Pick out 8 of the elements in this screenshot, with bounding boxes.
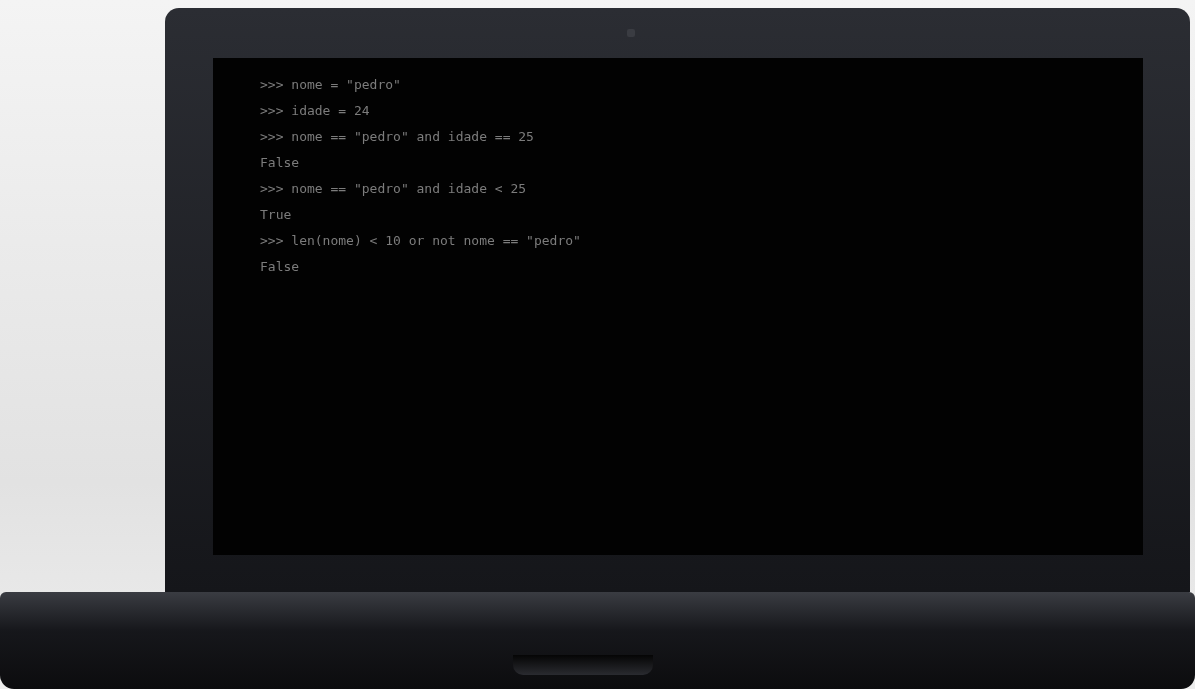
terminal-line: >>> nome == "pedro" and idade < 25	[260, 180, 528, 198]
terminal-line: >>> len(nome) < 10 or not nome == "pedro"	[260, 232, 582, 250]
terminal-line: >>> idade = 24	[260, 102, 371, 120]
terminal-line: >>> nome == "pedro" and idade == 25	[260, 128, 535, 146]
terminal-line: False	[260, 258, 301, 276]
terminal-line: True	[260, 206, 293, 224]
terminal-line: False	[260, 154, 301, 172]
terminal-line: >>> nome = "pedro"	[260, 76, 402, 94]
